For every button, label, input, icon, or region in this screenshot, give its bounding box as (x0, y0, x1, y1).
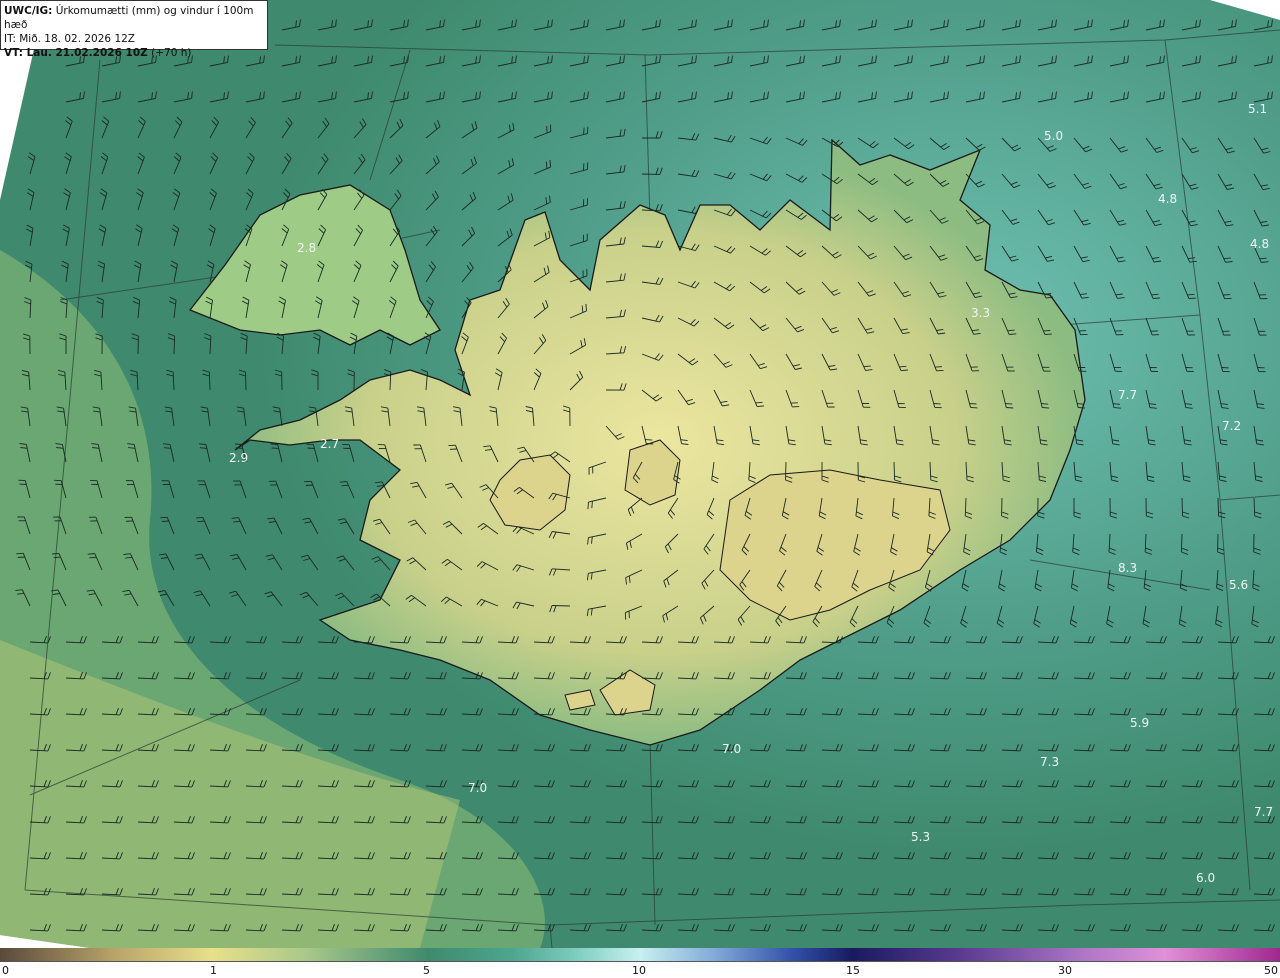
value-label: 2.8 (297, 241, 316, 255)
wind-barb-feather (899, 365, 907, 368)
wind-barb-feather (900, 369, 908, 372)
wind-barb-feather (970, 406, 978, 409)
forecast-lead: (+70 h) (151, 47, 192, 59)
value-label: 7.2 (1222, 419, 1241, 433)
value-label: 3.3 (971, 306, 990, 320)
wind-barb-feather (587, 502, 589, 510)
wind-barb-feather (1187, 293, 1195, 296)
value-label: 7.3 (1040, 755, 1059, 769)
wind-barb-feather (53, 556, 61, 559)
wind-barb-feather (1041, 403, 1049, 405)
wind-barb-feather (16, 552, 24, 555)
wind-barb-feather (163, 443, 171, 445)
wind-barb-shaft (785, 461, 787, 481)
wind-barb-feather (305, 484, 313, 486)
valid-time: VT: Lau. 21.02.2026 10Z (4, 47, 148, 59)
wind-barb-feather (1006, 407, 1014, 409)
colorbar-tick: 10 (632, 964, 646, 977)
value-label: 5.3 (911, 830, 930, 844)
wind-barb-feather (234, 443, 242, 445)
value-label: 4.8 (1250, 237, 1269, 251)
wind-barb-feather (161, 520, 169, 522)
value-label: 7.0 (722, 742, 741, 756)
wind-barb-feather (270, 443, 278, 445)
wind-barb-feather (1153, 297, 1161, 299)
colorbar-tick: 30 (1058, 964, 1072, 977)
init-time: IT: Mið. 18. 02. 2026 12Z (4, 33, 135, 45)
wind-barb-feather (585, 303, 587, 311)
colorbar-tick: 5 (423, 964, 430, 977)
wind-barb-feather (755, 401, 763, 404)
wind-barb-feather (307, 447, 315, 449)
colorbar: 0 1 5 10 15 30 50 (0, 948, 1280, 978)
colorbar-tick: 15 (846, 964, 860, 977)
info-line-title: UWC/IG: Úrkomumætti (mm) og vindur í 100… (4, 4, 264, 32)
value-label: 8.3 (1118, 561, 1137, 575)
wind-barb-feather (591, 501, 593, 509)
value-label: 6.0 (1196, 871, 1215, 885)
colorbar-strip (0, 948, 1280, 962)
value-label: 5.9 (1130, 716, 1149, 730)
wind-barb-feather (1043, 329, 1051, 332)
value-label: 2.7 (320, 437, 339, 451)
colorbar-tick: 0 (2, 964, 9, 977)
wind-barb-shaft (245, 371, 247, 391)
wind-barb-feather (197, 520, 205, 523)
wind-barb-shaft (1217, 497, 1220, 517)
wind-barb-feather (235, 447, 243, 449)
value-label: 5.1 (1248, 102, 1267, 116)
wind-barb-feather (1042, 407, 1050, 409)
wind-barb-shaft (893, 461, 896, 481)
wind-barb-feather (163, 447, 172, 449)
colorbar-tick: 50 (1264, 964, 1278, 977)
wind-barb-feather (646, 443, 654, 445)
map-info-box: UWC/IG: Úrkomumætti (mm) og vindur í 100… (0, 0, 268, 59)
wind-barb-feather (1080, 333, 1088, 336)
wind-barb-feather (17, 556, 25, 558)
model-name: UWC/IG: (4, 5, 53, 17)
wind-barb-feather (271, 447, 279, 449)
wind-barb-feather (583, 127, 585, 135)
wind-barb-feather (549, 160, 552, 168)
wind-barb-feather (1113, 407, 1121, 409)
map-canvas: 5.1 5.0 4.8 4.8 2.8 3.3 7.7 7.2 2.7 2.9 … (0, 0, 1280, 948)
value-label: 2.9 (229, 451, 248, 465)
value-label: 5.0 (1044, 129, 1063, 143)
wind-barb-feather (51, 552, 60, 555)
info-line-valid: VT: Lau. 21.02.2026 10Z (+70 h) (4, 46, 264, 60)
wind-barb-shaft (173, 335, 176, 355)
colorbar-tick: 1 (210, 964, 217, 977)
wind-barb-shaft (1180, 533, 1183, 553)
weather-map: 5.1 5.0 4.8 4.8 2.8 3.3 7.7 7.2 2.7 2.9 … (0, 0, 1280, 978)
wind-barb-feather (160, 516, 168, 519)
wind-barb-feather (645, 439, 653, 441)
value-label: 5.6 (1229, 578, 1248, 592)
value-label: 7.7 (1254, 805, 1273, 819)
wind-barb-feather (1188, 297, 1196, 300)
wind-barb-feather (1005, 403, 1013, 405)
value-label: 7.7 (1118, 388, 1137, 402)
value-label: 7.0 (468, 781, 487, 795)
wind-barb-shaft (551, 605, 571, 607)
wind-barb-feather (545, 161, 548, 169)
wind-barb-shaft (1181, 497, 1183, 517)
wind-barb-feather (1044, 333, 1052, 336)
wind-barb-feather (1078, 407, 1086, 409)
wind-barb-feather (1113, 403, 1121, 405)
value-label: 4.8 (1158, 192, 1177, 206)
